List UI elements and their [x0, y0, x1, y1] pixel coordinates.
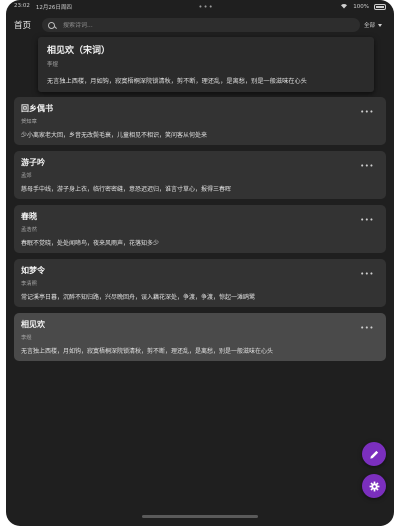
poem-content: 常记溪亭日暮，沉醉不知归路，兴尽晚回舟，误入藕花深处，争渡，争渡，惊起一滩鸥鹭	[21, 294, 256, 301]
poem-title: 回乡偶书	[21, 104, 53, 113]
search-icon	[48, 21, 55, 29]
wifi-icon	[340, 3, 348, 11]
more-options-icon[interactable]: •••	[360, 325, 374, 332]
poem-card[interactable]: 游子吟 孟郊 慈母手中线，游子身上衣，临行密密缝，意恐迟迟归，谁言寸草心，报得三…	[14, 151, 386, 199]
poem-card[interactable]: 回乡偶书 贺知章 少小离家老大回，乡音无改鬓毛衰，儿童相见不相识，笑问客从何处来…	[14, 97, 386, 145]
poem-list: 回乡偶书 贺知章 少小离家老大回，乡音无改鬓毛衰，儿童相见不相识，笑问客从何处来…	[14, 97, 386, 367]
drag-preview-card[interactable]: 相见欢（宋词） 李煜 无言独上西楼，月如钩，寂寞梧桐深院锁清秋，剪不断，理还乱，…	[38, 37, 374, 92]
poem-content: 少小离家老大回，乡音无改鬓毛衰，儿童相见不相识，笑问客从何处来	[21, 132, 208, 139]
poem-content: 慈母手中线，游子身上衣，临行密密缝，意恐迟迟归，谁言寸草心，报得三春晖	[21, 186, 232, 193]
status-time: 23:02	[14, 2, 30, 9]
more-options-icon[interactable]: •••	[360, 109, 374, 116]
poem-title: 游子吟	[21, 158, 45, 167]
poem-author: 孟浩然	[21, 227, 37, 233]
more-options-icon[interactable]: •••	[360, 217, 374, 224]
poem-author: 孟郊	[21, 173, 32, 179]
page-title: 首页	[14, 21, 32, 31]
poem-card[interactable]: 如梦令 李清照 常记溪亭日暮，沉醉不知归路，兴尽晚回舟，误入藕花深处，争渡，争渡…	[14, 259, 386, 307]
filter-dropdown[interactable]: 全部	[364, 21, 386, 29]
home-indicator[interactable]	[142, 515, 258, 518]
overlay-title: 相见欢（宋词）	[47, 46, 111, 56]
poem-title: 如梦令	[21, 266, 45, 275]
poem-author: 李清照	[21, 281, 37, 287]
pencil-icon	[369, 450, 378, 459]
poem-author: 贺知章	[21, 119, 37, 125]
poem-card-selected[interactable]: 相见欢 李煜 无言独上西楼，月如钩，寂寞梧桐深院锁清秋，剪不断，理还乱，是离愁，…	[14, 313, 386, 361]
poem-content: 春眠不觉晓，处处闻啼鸟，夜来风雨声，花落知多少	[21, 240, 160, 247]
poem-content: 无言独上西楼，月如钩，寂寞梧桐深院锁清秋，剪不断，理还乱，是离愁，别是一般滋味在…	[21, 348, 274, 355]
chevron-down-icon	[378, 23, 382, 27]
battery-percent: 100%	[353, 3, 369, 10]
edit-button[interactable]	[362, 442, 386, 466]
overlay-content: 无言独上西楼，月如钩，寂寞梧桐深院锁清秋，剪不断，理还乱，是离愁，别是一般滋味在…	[47, 78, 307, 85]
filter-label: 全部	[363, 23, 375, 29]
overlay-author: 李煜	[47, 62, 59, 68]
settings-button[interactable]	[362, 474, 386, 498]
top-bar: 首页 全部	[6, 15, 394, 35]
status-bar: 23:02 12月26日周四 ••• 100%	[6, 0, 394, 13]
status-date: 12月26日周四	[35, 4, 72, 11]
app-window: 23:02 12月26日周四 ••• 100% 首页 全部 相见欢（宋词） 李煜…	[6, 0, 394, 526]
multitask-dots[interactable]: •••	[198, 3, 213, 11]
more-options-icon[interactable]: •••	[360, 163, 374, 170]
battery-icon	[373, 3, 386, 10]
search-input[interactable]	[63, 21, 343, 29]
poem-title: 相见欢	[21, 320, 45, 329]
gear-icon	[369, 481, 379, 491]
poem-card[interactable]: 春晓 孟浩然 春眠不觉晓，处处闻啼鸟，夜来风雨声，花落知多少 •••	[14, 205, 386, 253]
search-bar[interactable]	[42, 18, 360, 32]
poem-author: 李煜	[21, 335, 32, 341]
more-options-icon[interactable]: •••	[360, 271, 374, 278]
poem-title: 春晓	[21, 212, 37, 221]
